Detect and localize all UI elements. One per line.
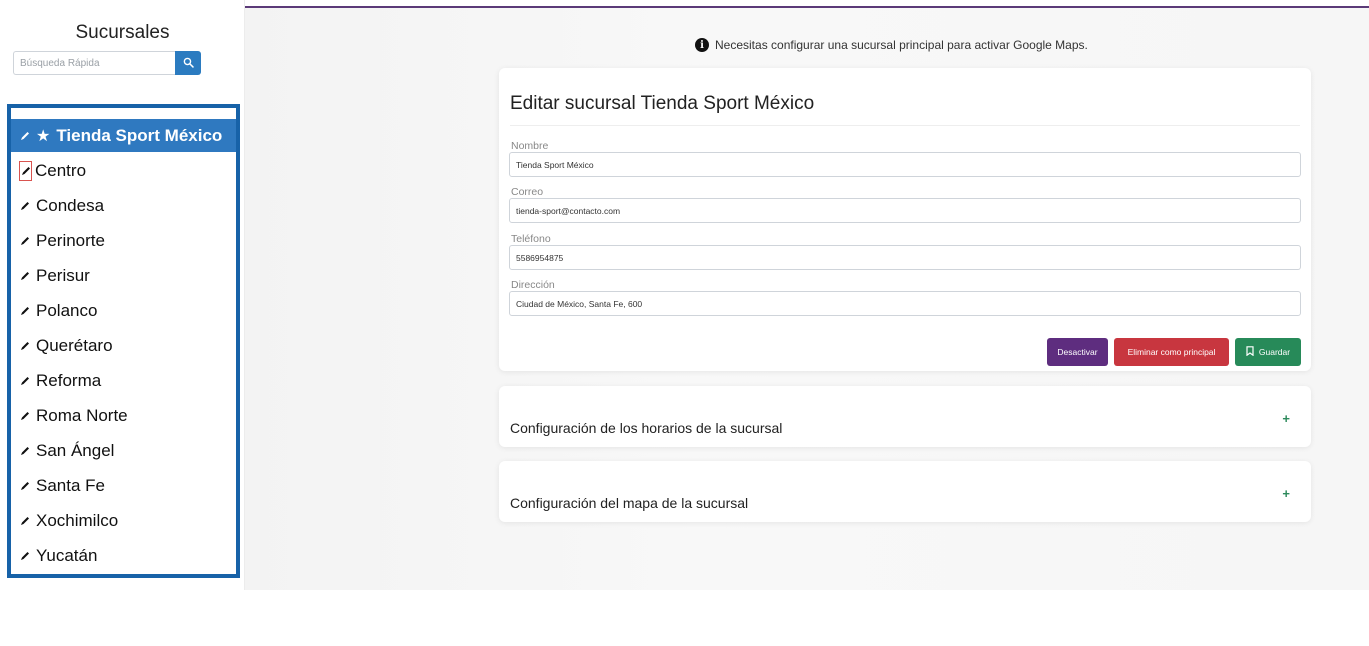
edit-icon[interactable] [19,234,31,248]
edit-icon[interactable] [19,160,32,181]
search-button[interactable] [175,51,201,75]
branch-item-polanco[interactable]: Polanco [11,293,236,328]
save-label: Guardar [1258,347,1291,357]
edit-icon[interactable] [19,479,31,493]
expand-plus-icon[interactable]: + [1282,411,1290,426]
info-icon: i [695,38,709,52]
branch-label: Perinorte [36,230,105,250]
branch-label: Querétaro [36,335,113,355]
notice-text: Necesitas configurar una sucursal princi… [715,38,1088,52]
deactivate-button[interactable]: Desactivar [1047,338,1108,366]
branch-item-san-angel[interactable]: San Ángel [11,433,236,468]
edit-icon[interactable] [19,444,31,458]
app-window: Sucursales ★ Tienda Sport México Centro [0,0,1369,590]
quick-search [13,51,201,75]
sidebar: Sucursales ★ Tienda Sport México Centro [0,0,245,590]
branch-item-condesa[interactable]: Condesa [11,188,236,223]
save-button[interactable]: Guardar [1235,338,1301,366]
remove-principal-button[interactable]: Eliminar como principal [1114,338,1229,366]
branch-list: ★ Tienda Sport México Centro Condesa Per… [7,104,240,578]
telefono-field[interactable] [509,245,1301,270]
search-input[interactable] [13,51,175,75]
main-content: i Necesitas configurar una sucursal prin… [245,8,1369,590]
edit-icon[interactable] [19,549,31,563]
branch-label: Polanco [36,300,98,320]
sidebar-title: Sucursales [75,22,170,43]
branch-label: Xochimilco [36,510,119,530]
branch-item-xochimilco[interactable]: Xochimilco [11,503,236,538]
branch-item-roma-norte[interactable]: Roma Norte [11,398,236,433]
map-config-section[interactable]: Configuración del mapa de la sucursal + [499,461,1311,522]
bookmark-icon [1246,346,1259,358]
branch-item-perinorte[interactable]: Perinorte [11,223,236,258]
map-config-title: Configuración del mapa de la sucursal [510,495,749,511]
nombre-field[interactable] [509,152,1301,177]
branch-item-perisur[interactable]: Perisur [11,258,236,293]
branch-item-tienda-sport-mexico[interactable]: ★ Tienda Sport México [11,119,236,152]
telefono-label: Teléfono [511,233,551,245]
branch-label: Centro [35,160,87,180]
star-icon: ★ [36,127,51,145]
correo-field[interactable] [509,198,1301,223]
edit-icon[interactable] [19,374,31,388]
hours-config-title: Configuración de los horarios de la sucu… [510,420,783,436]
edit-icon[interactable] [19,304,31,318]
edit-icon[interactable] [19,199,31,213]
branch-item-reforma[interactable]: Reforma [11,363,236,398]
branch-item-santa-fe[interactable]: Santa Fe [11,468,236,503]
branch-label: Yucatán [36,545,98,565]
branch-label: San Ángel [36,440,115,460]
branch-label: Condesa [36,195,105,215]
branch-label: Tienda Sport México [56,125,223,145]
branch-label: Santa Fe [36,475,105,495]
expand-plus-icon[interactable]: + [1282,486,1290,501]
edit-icon[interactable] [19,129,31,143]
edit-icon[interactable] [19,339,31,353]
branch-item-centro[interactable]: Centro [11,153,236,188]
edit-icon[interactable] [19,514,31,528]
search-icon [183,56,194,71]
hours-config-section[interactable]: Configuración de los horarios de la sucu… [499,386,1311,447]
edit-icon[interactable] [19,409,31,423]
edit-branch-card: Editar sucursal Tienda Sport México Nomb… [499,68,1311,371]
divider [510,125,1300,126]
google-maps-notice: i Necesitas configurar una sucursal prin… [695,38,1088,52]
edit-card-title: Editar sucursal Tienda Sport México [510,93,815,114]
branch-label: Reforma [36,370,102,390]
nombre-label: Nombre [511,140,549,152]
direccion-label: Dirección [511,279,555,291]
branch-item-yucatan[interactable]: Yucatán [11,538,236,573]
direccion-field[interactable] [509,291,1301,316]
branch-label: Roma Norte [36,405,128,425]
branch-item-queretaro[interactable]: Querétaro [11,328,236,363]
edit-icon[interactable] [19,269,31,283]
branch-label: Perisur [36,265,90,285]
correo-label: Correo [511,186,544,198]
